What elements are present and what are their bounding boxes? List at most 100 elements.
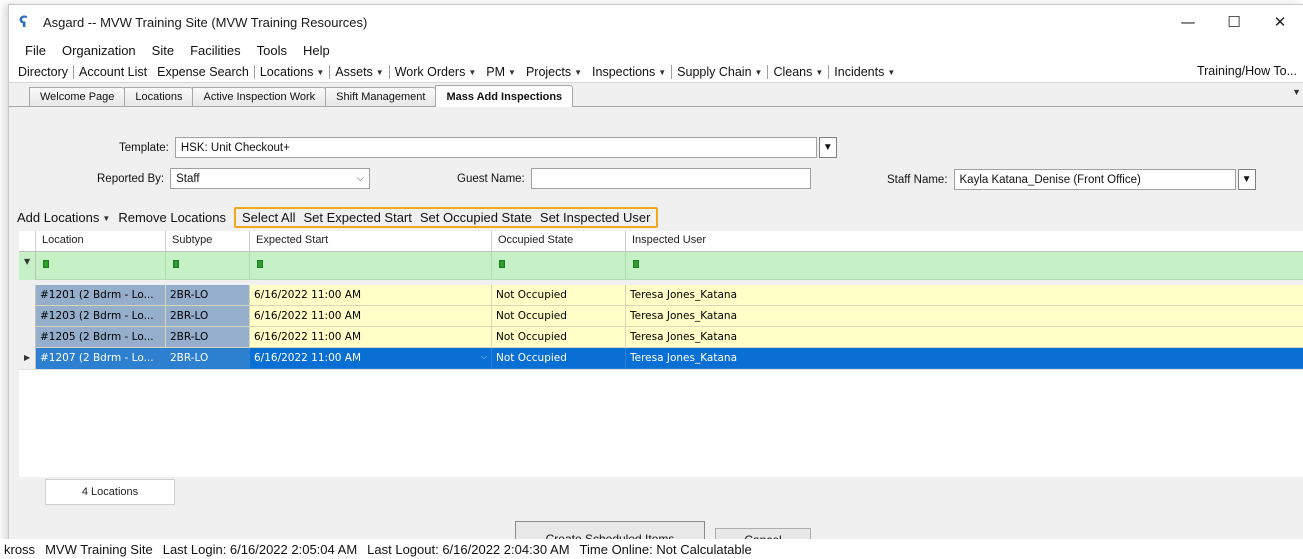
filter-icon[interactable] bbox=[40, 260, 52, 269]
row-indicator[interactable] bbox=[19, 306, 36, 327]
minimize-button[interactable]: — bbox=[1165, 5, 1211, 39]
nav-pm[interactable]: PM ▼ bbox=[481, 65, 521, 79]
nav-expense-search[interactable]: Expense Search bbox=[152, 65, 254, 79]
close-button[interactable]: ✕ bbox=[1257, 5, 1303, 39]
dropdown-caret-icon: ▼ bbox=[508, 67, 516, 77]
nav-work-orders[interactable]: Work Orders ▼ bbox=[390, 65, 482, 79]
staff-name-row: Staff Name: Kayla Katana_Denise (Front O… bbox=[887, 169, 1256, 190]
chevron-down-icon[interactable]: ⌵ bbox=[481, 352, 487, 362]
filter-cell-occupied-state[interactable] bbox=[492, 252, 626, 280]
select-all-button[interactable]: Select All bbox=[238, 210, 299, 225]
nav-inspections[interactable]: Inspections ▼ bbox=[587, 65, 671, 79]
menu-site[interactable]: Site bbox=[144, 43, 182, 58]
status-last-login: Last Login: 6/16/2022 2:05:04 AM bbox=[162, 541, 358, 557]
column-header-expected-start[interactable]: Expected Start bbox=[250, 231, 492, 251]
nav-assets[interactable]: Assets ▼ bbox=[330, 65, 388, 79]
row-indicator[interactable] bbox=[19, 327, 36, 348]
table-row[interactable]: #1201 (2 Bdrm - Lo... 2BR-LO 6/16/2022 1… bbox=[19, 285, 1303, 306]
column-header-occupied-state[interactable]: Occupied State bbox=[492, 231, 626, 251]
cell-inspected-user[interactable]: Teresa Jones_Katana bbox=[626, 285, 1303, 306]
template-field[interactable]: HSK: Unit Checkout+ bbox=[174, 137, 817, 158]
chevron-down-icon: ▼ bbox=[1241, 174, 1252, 185]
nav-projects[interactable]: Projects ▼ bbox=[521, 65, 587, 79]
cell-occupied-state[interactable]: Not Occupied bbox=[492, 285, 626, 306]
filter-icon[interactable] bbox=[170, 260, 182, 269]
guest-name-input[interactable] bbox=[530, 168, 811, 189]
cell-inspected-user[interactable]: Teresa Jones_Katana bbox=[626, 327, 1303, 348]
cell-expected-start[interactable]: 6/16/2022 11:00 AM ⌵ bbox=[250, 348, 492, 369]
window-controls: — ☐ ✕ bbox=[1165, 5, 1303, 39]
cell-occupied-state[interactable]: Not Occupied bbox=[492, 306, 626, 327]
cell-inspected-user[interactable]: Teresa Jones_Katana bbox=[626, 306, 1303, 327]
locations-grid: Location Subtype Expected Start Occupied… bbox=[19, 231, 1303, 513]
nav-incidents[interactable]: Incidents ▼ bbox=[829, 65, 900, 79]
menu-tools[interactable]: Tools bbox=[249, 43, 295, 58]
cell-occupied-state[interactable]: Not Occupied bbox=[492, 327, 626, 348]
tab-welcome-page[interactable]: Welcome Page bbox=[29, 87, 126, 106]
cell-expected-start[interactable]: 6/16/2022 11:00 AM bbox=[250, 285, 492, 306]
table-row[interactable]: #1205 (2 Bdrm - Lo... 2BR-LO 6/16/2022 1… bbox=[19, 327, 1303, 348]
tab-shift-management[interactable]: Shift Management bbox=[325, 87, 437, 106]
nav-supply-chain[interactable]: Supply Chain ▼ bbox=[672, 65, 767, 79]
column-header-location[interactable]: Location bbox=[36, 231, 166, 251]
status-time-online: Time Online: Not Calculatable bbox=[579, 541, 752, 557]
menu-help[interactable]: Help bbox=[295, 43, 338, 58]
set-expected-start-button[interactable]: Set Expected Start bbox=[299, 210, 415, 225]
filter-cell-expected-start[interactable] bbox=[250, 252, 492, 280]
cell-location[interactable]: #1207 (2 Bdrm - Lo... bbox=[36, 348, 166, 369]
cell-location[interactable]: #1205 (2 Bdrm - Lo... bbox=[36, 327, 166, 348]
set-occupied-state-button[interactable]: Set Occupied State bbox=[416, 210, 536, 225]
table-row-selected[interactable]: ▶ #1207 (2 Bdrm - Lo... 2BR-LO 6/16/2022… bbox=[19, 348, 1303, 369]
template-dropdown-button[interactable]: ▼ bbox=[818, 137, 837, 158]
filter-cell-location[interactable] bbox=[36, 252, 166, 280]
cell-location[interactable]: #1201 (2 Bdrm - Lo... bbox=[36, 285, 166, 306]
document-tabs: Welcome Page Locations Active Inspection… bbox=[9, 83, 1303, 107]
nav-directory[interactable]: Directory bbox=[13, 65, 73, 79]
header-indicator bbox=[19, 231, 36, 251]
reported-by-row: Reported By: Staff ⌵ bbox=[97, 168, 371, 189]
staff-name-dropdown-button[interactable]: ▼ bbox=[1237, 169, 1256, 190]
tab-active-inspection-work[interactable]: Active Inspection Work bbox=[192, 87, 327, 106]
dropdown-caret-icon: ▼ bbox=[574, 67, 583, 77]
filter-icon[interactable] bbox=[630, 260, 642, 269]
cell-expected-start[interactable]: 6/16/2022 11:00 AM bbox=[250, 327, 492, 348]
filter-cell-inspected-user[interactable] bbox=[626, 252, 1303, 280]
grid-empty-area bbox=[19, 369, 1303, 477]
filter-cell-subtype[interactable] bbox=[166, 252, 250, 280]
nav-locations[interactable]: Locations ▼ bbox=[255, 65, 329, 79]
remove-locations-button[interactable]: Remove Locations bbox=[114, 210, 230, 225]
staff-name-label: Staff Name: bbox=[887, 173, 948, 186]
table-row[interactable]: #1203 (2 Bdrm - Lo... 2BR-LO 6/16/2022 1… bbox=[19, 306, 1303, 327]
maximize-button[interactable]: ☐ bbox=[1211, 5, 1257, 39]
cell-location[interactable]: #1203 (2 Bdrm - Lo... bbox=[36, 306, 166, 327]
column-header-subtype[interactable]: Subtype bbox=[166, 231, 250, 251]
reported-by-select[interactable]: Staff ⌵ bbox=[170, 168, 371, 189]
tab-locations[interactable]: Locations bbox=[124, 87, 194, 106]
menu-organization[interactable]: Organization bbox=[54, 43, 144, 58]
row-indicator[interactable] bbox=[19, 285, 36, 306]
add-locations-button[interactable]: Add Locations ▼ bbox=[13, 210, 114, 225]
tab-mass-add-inspections[interactable]: Mass Add Inspections bbox=[435, 85, 574, 107]
cell-subtype[interactable]: 2BR-LO bbox=[166, 327, 250, 348]
asgard-logo-icon: ʕ bbox=[19, 13, 28, 31]
cell-inspected-user[interactable]: Teresa Jones_Katana bbox=[626, 348, 1303, 369]
current-row-arrow-icon[interactable]: ▶ bbox=[19, 348, 36, 369]
cell-occupied-state[interactable]: Not Occupied bbox=[492, 348, 626, 369]
tab-scroll-icon[interactable]: ▼ bbox=[1292, 87, 1301, 97]
cell-expected-start[interactable]: 6/16/2022 11:00 AM bbox=[250, 306, 492, 327]
nav-account-list[interactable]: Account List bbox=[74, 65, 152, 79]
menu-file[interactable]: File bbox=[17, 43, 54, 58]
nav-training-how-to[interactable]: Training/How To... bbox=[1197, 64, 1297, 78]
highlighted-actions: Select All Set Expected Start Set Occupi… bbox=[234, 206, 659, 228]
menu-facilities[interactable]: Facilities bbox=[182, 43, 249, 58]
status-user: kross bbox=[4, 541, 36, 557]
set-inspected-user-button[interactable]: Set Inspected User bbox=[536, 210, 655, 225]
nav-cleans[interactable]: Cleans ▼ bbox=[768, 65, 828, 79]
cell-subtype[interactable]: 2BR-LO bbox=[166, 348, 250, 369]
cell-subtype[interactable]: 2BR-LO bbox=[166, 306, 250, 327]
cell-subtype[interactable]: 2BR-LO bbox=[166, 285, 250, 306]
column-header-inspected-user[interactable]: Inspected User bbox=[626, 231, 1303, 251]
filter-icon[interactable] bbox=[496, 260, 508, 269]
staff-name-field[interactable]: Kayla Katana_Denise (Front Office) bbox=[953, 169, 1236, 190]
filter-icon[interactable] bbox=[254, 260, 266, 269]
